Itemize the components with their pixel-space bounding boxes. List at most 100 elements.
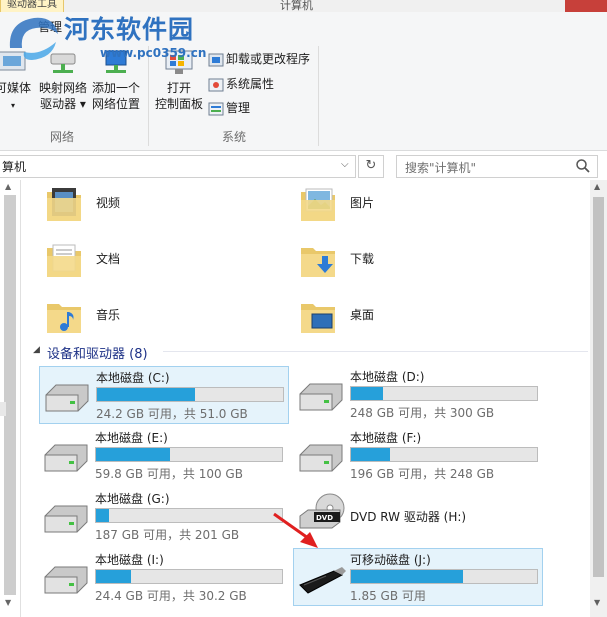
drive-usage-bar: [95, 569, 283, 584]
drive-usage-fill: [351, 570, 463, 583]
drive-item[interactable]: 本地磁盘 (F:) 196 GB 可用，共 248 GB: [294, 427, 542, 483]
folder-name: 音乐: [96, 308, 121, 322]
video-folder-icon: [47, 188, 81, 221]
media-label-2: ▾: [10, 101, 15, 110]
scroll-down-icon[interactable]: ▼: [594, 598, 600, 607]
drive-name: 可移动磁盘 (J:): [350, 553, 431, 567]
drive-name: 本地磁盘 (F:): [350, 431, 422, 445]
address-row: 算机 ⌵ ↻ 搜索"计算机": [0, 152, 607, 180]
drive-size: 24.2 GB 可用，共 51.0 GB: [96, 407, 248, 421]
add-location-label-1: 添加一个: [91, 81, 140, 95]
drive-item[interactable]: 本地磁盘 (E:) 59.8 GB 可用，共 100 GB: [39, 427, 287, 483]
drive-item[interactable]: 本地磁盘 (G:) 187 GB 可用，共 201 GB: [39, 488, 287, 544]
drive-item[interactable]: 本地磁盘 (I:) 24.4 GB 可用，共 30.2 GB: [39, 549, 287, 605]
scrollbar-thumb[interactable]: [593, 197, 604, 577]
control-panel-label-1: 打开: [166, 81, 191, 95]
control-panel-label-2: 控制面板: [154, 97, 203, 111]
drive-usage-fill: [351, 387, 383, 400]
nav-selection-marker: [0, 402, 6, 416]
drive-size: 24.4 GB 可用，共 30.2 GB: [95, 589, 247, 603]
drive-name: DVD RW 驱动器 (H:): [350, 510, 467, 524]
drive-name: 本地磁盘 (G:): [95, 492, 170, 506]
drive-usage-fill: [96, 570, 132, 583]
drive-item[interactable]: DVD DVD RW 驱动器 (H:): [294, 488, 542, 544]
watermark-url: www.pc0359.cn: [100, 46, 207, 60]
documents-folder-icon: [47, 244, 81, 277]
search-icon[interactable]: [575, 158, 591, 174]
folder-name: 视频: [96, 196, 121, 210]
system-properties-button[interactable]: 系统属性: [208, 75, 274, 93]
hard-drive-icon: [44, 505, 88, 533]
music-folder-icon: [47, 304, 81, 333]
system-group-label: 系统: [222, 130, 247, 144]
drive-item[interactable]: 本地磁盘 (D:) 248 GB 可用，共 300 GB: [294, 366, 542, 422]
drive-size: 1.85 GB 可用: [350, 589, 426, 603]
manage-label: 管理: [226, 101, 251, 115]
drive-size: 248 GB 可用，共 300 GB: [350, 406, 495, 420]
drive-usage-bar: [95, 508, 283, 523]
uninstall-programs-button[interactable]: 卸载或更改程序: [208, 50, 310, 68]
map-drive-label-1: 映射网络: [38, 81, 87, 95]
nav-scroll-down-icon[interactable]: ▼: [5, 598, 11, 607]
drive-usage-fill: [351, 448, 391, 461]
folder-item[interactable]: 文档: [44, 240, 284, 294]
search-placeholder: 搜索"计算机": [405, 161, 477, 175]
drive-usage-bar: [350, 447, 538, 462]
folder-item[interactable]: 音乐: [44, 296, 284, 350]
annotation-arrow-icon: [273, 512, 318, 548]
drive-name: 本地磁盘 (I:): [95, 553, 164, 567]
drive-size: 59.8 GB 可用，共 100 GB: [95, 467, 243, 481]
folder-item[interactable]: 图片: [298, 184, 538, 238]
chevron-down-icon[interactable]: ⌵: [341, 159, 349, 170]
folder-name: 下载: [350, 252, 375, 266]
folder-item[interactable]: 下载: [298, 240, 538, 294]
drive-size: 196 GB 可用，共 248 GB: [350, 467, 495, 481]
folder-name: 文档: [96, 252, 121, 266]
hard-drive-icon: [299, 383, 343, 411]
map-drive-label-2: 驱动器 ▾: [40, 97, 86, 111]
drive-item[interactable]: 可移动磁盘 (J:) 1.85 GB 可用: [293, 548, 543, 606]
section-divider: [163, 351, 588, 352]
drive-name: 本地磁盘 (C:): [96, 371, 170, 385]
folder-item[interactable]: 视频: [44, 184, 284, 238]
manage-icon: [208, 102, 224, 115]
folder-item[interactable]: 桌面: [298, 296, 538, 350]
hard-drive-icon: [44, 444, 88, 472]
watermark-site-name: 河东软件园: [64, 15, 195, 44]
manage-button[interactable]: 管理: [208, 99, 250, 117]
scroll-up-icon[interactable]: ▲: [594, 182, 600, 191]
downloads-folder-icon: [301, 248, 335, 277]
network-group-label: 网络: [50, 130, 75, 144]
nav-scroll-up-icon[interactable]: ▲: [5, 182, 11, 191]
devices-section-header[interactable]: 设备和驱动器 (8): [47, 343, 148, 362]
system-properties-icon: [208, 78, 224, 91]
drive-item[interactable]: 本地磁盘 (C:) 24.2 GB 可用，共 51.0 GB: [39, 366, 289, 424]
uninstall-label: 卸载或更改程序: [226, 52, 311, 66]
media-label-1: 可媒体: [0, 81, 31, 95]
address-bar[interactable]: 算机 ⌵: [0, 155, 356, 178]
folder-name: 图片: [350, 196, 375, 210]
drive-usage-bar: [350, 569, 538, 584]
group-separator: [318, 46, 319, 146]
system-properties-label: 系统属性: [226, 77, 275, 91]
refresh-icon: ↻: [365, 158, 377, 173]
drive-usage-fill: [97, 388, 195, 401]
usb-drive-icon: [299, 567, 346, 594]
close-button[interactable]: [565, 0, 607, 12]
search-input[interactable]: 搜索"计算机": [396, 155, 598, 178]
refresh-button[interactable]: ↻: [358, 155, 384, 178]
hard-drive-icon: [44, 566, 88, 594]
nav-scrollbar-thumb[interactable]: [4, 195, 16, 595]
add-location-label-2: 网络位置: [91, 97, 140, 111]
uninstall-icon: [208, 53, 224, 66]
drive-size: 187 GB 可用，共 201 GB: [95, 528, 240, 542]
drive-usage-fill: [96, 509, 110, 522]
hard-drive-icon: [45, 384, 89, 412]
drive-usage-fill: [96, 448, 171, 461]
collapse-arrow-icon[interactable]: ◢: [33, 345, 40, 355]
address-path: 算机: [2, 160, 27, 174]
pictures-folder-icon: [301, 188, 335, 221]
folder-name: 桌面: [350, 308, 375, 322]
drive-usage-bar: [95, 447, 283, 462]
drive-usage-bar: [350, 386, 538, 401]
